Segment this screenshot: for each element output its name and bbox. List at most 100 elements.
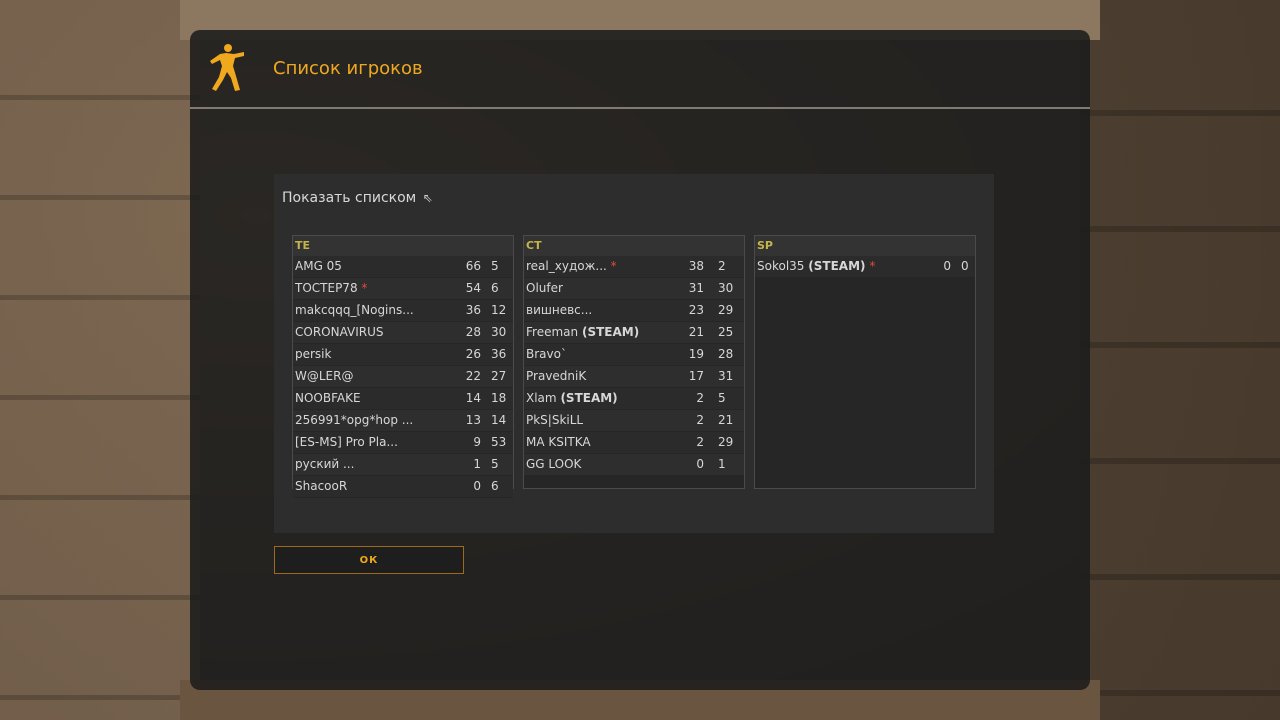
player-row[interactable]: real_худож... * 38 2 [524, 256, 744, 278]
player-nick: PkS|SkiLL [526, 413, 584, 427]
player-row[interactable]: ShacooR 0 6 [293, 476, 513, 498]
player-nick: AMG 05 [295, 259, 342, 273]
player-row[interactable]: makcqqq_[Nogins... 36 12 [293, 300, 513, 322]
player-deaths: 31 [718, 369, 734, 383]
background-wall-right [1080, 0, 1280, 720]
ok-button[interactable]: ОК [274, 546, 464, 574]
dead-marker-icon: * [865, 259, 876, 273]
player-row[interactable]: Xlam (STEAM) 2 5 [524, 388, 744, 410]
player-deaths: 30 [491, 325, 507, 339]
player-rows: Sokol35 (STEAM) * 0 0 [755, 256, 975, 278]
header-divider [190, 107, 1090, 109]
team-header: SP [755, 236, 975, 256]
player-nick: W@LER@ [295, 369, 354, 383]
player-row[interactable]: AMG 05 66 5 [293, 256, 513, 278]
player-name: Sokol35 (STEAM) * [757, 256, 875, 277]
player-row[interactable]: PkS|SkiLL 2 21 [524, 410, 744, 432]
player-deaths: 36 [491, 347, 507, 361]
player-kills: 28 [465, 325, 481, 339]
player-kills: 26 [465, 347, 481, 361]
player-name: PkS|SkiLL [526, 410, 583, 431]
player-kills: 0 [943, 259, 951, 273]
player-deaths: 6 [491, 479, 499, 493]
player-name: GG LOOK [526, 454, 581, 475]
player-row[interactable]: W@LER@ 22 27 [293, 366, 513, 388]
player-kills: 38 [688, 259, 704, 273]
player-row[interactable]: PravedniK 17 31 [524, 366, 744, 388]
team-spectator-column: SP Sokol35 (STEAM) * 0 0 [754, 235, 976, 489]
player-row[interactable]: MA KSITKA 2 29 [524, 432, 744, 454]
player-kills: 22 [465, 369, 481, 383]
player-kills: 19 [688, 347, 704, 361]
player-name: руский ... [295, 454, 354, 475]
player-name: Olufer [526, 278, 563, 299]
player-row[interactable]: CORONAVIRUS 28 30 [293, 322, 513, 344]
collapse-arrow-icon: ⇖ [422, 191, 433, 205]
player-kills: 13 [465, 413, 481, 427]
player-kills: 1 [473, 457, 481, 471]
player-row[interactable]: [ES-MS] Pro Pla... 9 53 [293, 432, 513, 454]
player-deaths: 28 [718, 347, 734, 361]
player-name: W@LER@ [295, 366, 353, 387]
player-deaths: 27 [491, 369, 507, 383]
player-deaths: 29 [718, 303, 734, 317]
player-deaths: 12 [491, 303, 507, 317]
dialog-title: Список игроков [273, 58, 423, 79]
player-kills: 54 [465, 281, 481, 295]
player-kills: 66 [465, 259, 481, 273]
player-kills: 21 [688, 325, 704, 339]
player-nick: MA KSITKA [526, 435, 591, 449]
steam-tag: (STEAM) [560, 391, 618, 405]
player-row[interactable]: 256991*opg*hop ... 13 14 [293, 410, 513, 432]
player-row[interactable]: Olufer 31 30 [524, 278, 744, 300]
dead-marker-icon: * [606, 259, 617, 273]
player-row[interactable]: NOOBFAKE 14 18 [293, 388, 513, 410]
player-row[interactable]: Freeman (STEAM) 21 25 [524, 322, 744, 344]
player-name: AMG 05 [295, 256, 342, 277]
player-deaths: 2 [718, 259, 726, 273]
player-deaths: 18 [491, 391, 507, 405]
player-kills: 0 [696, 457, 704, 471]
player-deaths: 5 [491, 259, 499, 273]
player-deaths: 5 [491, 457, 499, 471]
player-kills: 17 [688, 369, 704, 383]
player-rows: real_худож... * 38 2 Olufer 31 30 вишневс... 23… [524, 256, 744, 476]
player-row[interactable]: вишневс... 23 29 [524, 300, 744, 322]
player-row[interactable]: руский ... 1 5 [293, 454, 513, 476]
team-header: CT [524, 236, 744, 256]
player-nick: Olufer [526, 281, 563, 295]
player-nick: Xlam [526, 391, 557, 405]
player-row[interactable]: GG LOOK 0 1 [524, 454, 744, 476]
player-nick: 256991*opg*hop ... [295, 413, 414, 427]
player-kills: 14 [465, 391, 481, 405]
player-name: ТОСТЕР78 * [295, 278, 367, 299]
player-kills: 2 [696, 435, 704, 449]
player-nick: Freeman [526, 325, 579, 339]
player-nick: вишневс... [526, 303, 593, 317]
team-header: TE [293, 236, 513, 256]
player-kills: 36 [465, 303, 481, 317]
player-name: persik [295, 344, 331, 365]
player-nick: real_худож... [526, 259, 607, 273]
player-name: ShacooR [295, 476, 347, 497]
player-row[interactable]: persik 26 36 [293, 344, 513, 366]
player-row[interactable]: Bravo` 19 28 [524, 344, 744, 366]
team-te-column: TE AMG 05 66 5 ТОСТЕР78 * 54 6 makcqqq_[Nogins… [292, 235, 514, 498]
player-name: Xlam (STEAM) [526, 388, 618, 409]
player-nick: GG LOOK [526, 457, 582, 471]
player-row[interactable]: ТОСТЕР78 * 54 6 [293, 278, 513, 300]
player-kills: 23 [688, 303, 704, 317]
player-deaths: 6 [491, 281, 499, 295]
player-deaths: 5 [718, 391, 726, 405]
counter-strike-logo-icon [210, 44, 244, 91]
team-ct-column: CT real_худож... * 38 2 Olufer 31 30 вишневс..… [523, 235, 745, 489]
player-nick: ShacooR [295, 479, 348, 493]
show-as-list-toggle[interactable]: Показать списком ⇖ [282, 190, 433, 206]
player-nick: persik [295, 347, 332, 361]
player-name: CORONAVIRUS [295, 322, 384, 343]
player-row[interactable]: Sokol35 (STEAM) * 0 0 [755, 256, 975, 278]
player-name: Bravo` [526, 344, 567, 365]
player-deaths: 53 [491, 435, 507, 449]
player-deaths: 14 [491, 413, 507, 427]
player-nick: makcqqq_[Nogins... [295, 303, 414, 317]
